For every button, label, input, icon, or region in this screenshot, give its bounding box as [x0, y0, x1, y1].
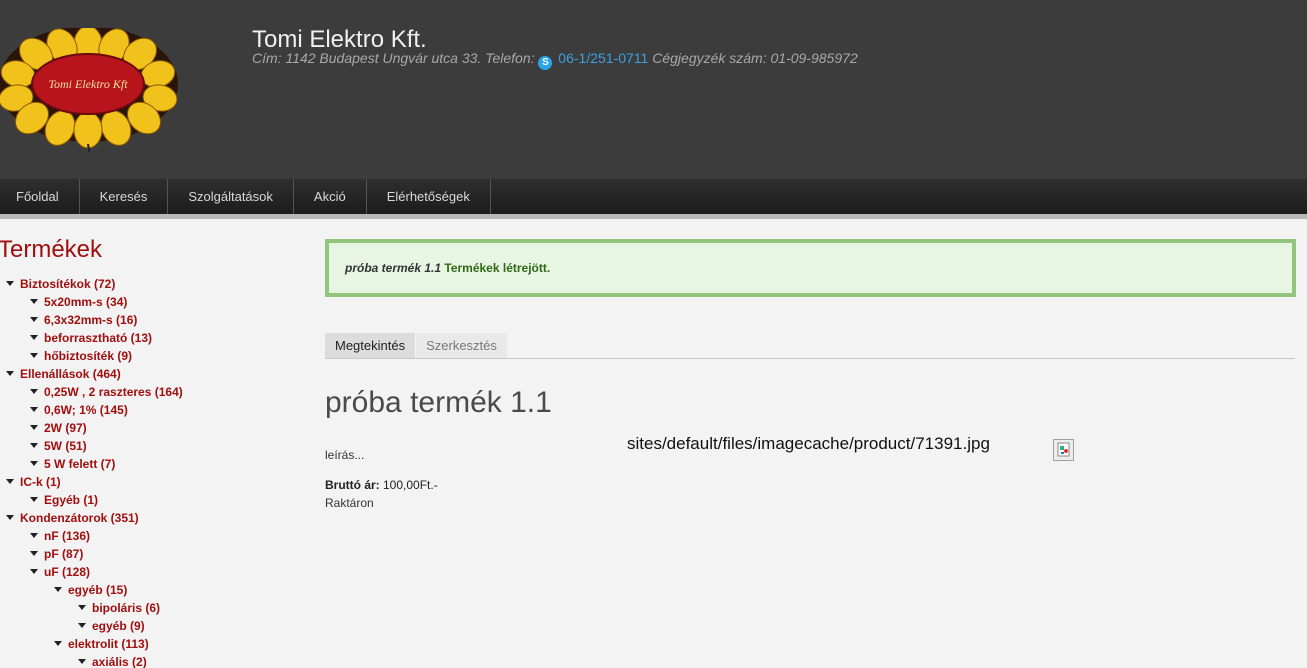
main-navigation: Főoldal Keresés Szolgáltatások Akció Elé…: [0, 179, 1307, 214]
tree-item[interactable]: 0,25W , 2 raszteres (164): [30, 383, 183, 401]
tree-item-label[interactable]: uF (128): [44, 565, 90, 579]
tree-item-label[interactable]: 5 W felett (7): [44, 457, 115, 471]
expand-arrow-icon[interactable]: [30, 425, 38, 430]
expand-arrow-icon[interactable]: [30, 407, 38, 412]
tree-item[interactable]: elektrolit (113): [54, 635, 149, 653]
expand-arrow-icon[interactable]: [30, 353, 38, 358]
tree-item[interactable]: nF (136): [30, 527, 90, 545]
tree-item-label[interactable]: 2W (97): [44, 421, 87, 435]
tree-item[interactable]: beforrasztható (13): [30, 329, 152, 347]
expand-arrow-icon[interactable]: [30, 461, 38, 466]
tree-item-label[interactable]: Egyéb (1): [44, 493, 98, 507]
tree-item[interactable]: 5x20mm-s (34): [30, 293, 127, 311]
tree-item[interactable]: pF (87): [30, 545, 83, 563]
tree-item[interactable]: egyéb (15): [54, 581, 127, 599]
site-header: Tomi Elektro Kft Tomi Elektro Kft. Cím: …: [0, 0, 1307, 179]
nav-item-contact[interactable]: Elérhetőségek: [367, 179, 491, 214]
expand-arrow-icon[interactable]: [30, 299, 38, 304]
tree-item[interactable]: Kondenzátorok (351): [6, 509, 139, 527]
svg-text:Tomi Elektro Kft: Tomi Elektro Kft: [48, 77, 128, 91]
node-tabs: Megtekintés Szerkesztés: [325, 333, 1295, 359]
message-body: Termékek létrejött.: [441, 261, 551, 275]
tree-item-label[interactable]: 5W (51): [44, 439, 87, 453]
tree-item-label[interactable]: bipoláris (6): [92, 601, 160, 615]
expand-arrow-icon[interactable]: [30, 317, 38, 322]
expand-arrow-icon[interactable]: [54, 587, 62, 592]
tree-item-label[interactable]: hőbiztosíték (9): [44, 349, 132, 363]
expand-arrow-icon[interactable]: [6, 515, 14, 520]
tree-item[interactable]: Biztosítékok (72): [6, 275, 115, 293]
tree-item-label[interactable]: 5x20mm-s (34): [44, 295, 127, 309]
page-title: próba termék 1.1: [325, 386, 552, 419]
site-slogan: Cím: 1142 Budapest Ungvár utca 33. Telef…: [252, 50, 858, 70]
tree-item[interactable]: 5 W felett (7): [30, 455, 115, 473]
expand-arrow-icon[interactable]: [6, 281, 14, 286]
tree-item-label[interactable]: egyéb (15): [68, 583, 127, 597]
expand-arrow-icon[interactable]: [78, 623, 86, 628]
expand-arrow-icon[interactable]: [54, 641, 62, 646]
tree-item-label[interactable]: beforrasztható (13): [44, 331, 152, 345]
tree-item-label[interactable]: axiális (2): [92, 655, 147, 668]
tree-item[interactable]: 6,3x32mm-s (16): [30, 311, 137, 329]
nav-item-search[interactable]: Keresés: [80, 179, 169, 214]
expand-arrow-icon[interactable]: [30, 569, 38, 574]
sidebar-title: Termékek: [0, 236, 103, 263]
broken-image-icon[interactable]: [1053, 439, 1074, 461]
tree-item-label[interactable]: Kondenzátorok (351): [20, 511, 139, 525]
product-price: Bruttó ár: 100,00Ft.-: [325, 478, 438, 492]
expand-arrow-icon[interactable]: [30, 335, 38, 340]
price-value: 100,00Ft.-: [379, 478, 438, 492]
nav-item-services[interactable]: Szolgáltatások: [168, 179, 294, 214]
image-alt-text: sites/default/files/imagecache/product/7…: [627, 434, 990, 453]
expand-arrow-icon[interactable]: [6, 371, 14, 376]
product-description: leírás...: [325, 448, 365, 462]
tree-item[interactable]: uF (128): [30, 563, 90, 581]
message-product-name: próba termék 1.1: [345, 261, 442, 275]
tree-item[interactable]: 5W (51): [30, 437, 87, 455]
expand-arrow-icon[interactable]: [30, 533, 38, 538]
status-message-text: próba termék 1.1 Termékek létrejött.: [345, 261, 550, 275]
tree-item[interactable]: 2W (97): [30, 419, 87, 437]
tab-edit[interactable]: Szerkesztés: [416, 333, 507, 358]
tree-item[interactable]: egyéb (9): [78, 617, 145, 635]
tree-item-label[interactable]: elektrolit (113): [68, 637, 149, 651]
tab-view[interactable]: Megtekintés: [325, 333, 416, 358]
expand-arrow-icon[interactable]: [78, 659, 86, 664]
sidebar: Termékek: [0, 232, 300, 268]
nav-divider: [0, 214, 1307, 219]
tree-item[interactable]: Egyéb (1): [30, 491, 98, 509]
registry-text: Cégjegyzék szám: 01-09-985972: [652, 50, 858, 66]
tree-item[interactable]: 0,6W; 1% (145): [30, 401, 128, 419]
expand-arrow-icon[interactable]: [78, 605, 86, 610]
site-logo[interactable]: Tomi Elektro Kft: [0, 25, 178, 157]
skype-icon: S: [538, 56, 553, 70]
status-message: próba termék 1.1 Termékek létrejött.: [325, 239, 1296, 297]
tree-item-label[interactable]: pF (87): [44, 547, 83, 561]
tree-item-label[interactable]: 0,6W; 1% (145): [44, 403, 128, 417]
expand-arrow-icon[interactable]: [30, 551, 38, 556]
price-label: Bruttó ár:: [325, 478, 380, 492]
tree-item-label[interactable]: Ellenállások (464): [20, 367, 121, 381]
nav-item-home[interactable]: Főoldal: [0, 179, 80, 214]
nav-item-sale[interactable]: Akció: [294, 179, 367, 214]
tree-item[interactable]: IC-k (1): [6, 473, 61, 491]
expand-arrow-icon[interactable]: [6, 479, 14, 484]
tree-item[interactable]: bipoláris (6): [78, 599, 160, 617]
expand-arrow-icon[interactable]: [30, 443, 38, 448]
tree-item-label[interactable]: 6,3x32mm-s (16): [44, 313, 137, 327]
tree-item[interactable]: Ellenállások (464): [6, 365, 121, 383]
address-text: Cím: 1142 Budapest Ungvár utca 33. Telef…: [252, 50, 539, 66]
tree-item[interactable]: hőbiztosíték (9): [30, 347, 132, 365]
tree-item-label[interactable]: nF (136): [44, 529, 90, 543]
tree-item-label[interactable]: 0,25W , 2 raszteres (164): [44, 385, 183, 399]
stock-status: Raktáron: [325, 496, 374, 510]
tree-item[interactable]: axiális (2): [78, 653, 147, 668]
tree-item-label[interactable]: IC-k (1): [20, 475, 61, 489]
expand-arrow-icon[interactable]: [30, 497, 38, 502]
expand-arrow-icon[interactable]: [30, 389, 38, 394]
tree-item-label[interactable]: Biztosítékok (72): [20, 277, 115, 291]
phone-link[interactable]: 06-1/251-0711: [558, 50, 648, 66]
tree-item-label[interactable]: egyéb (9): [92, 619, 145, 633]
